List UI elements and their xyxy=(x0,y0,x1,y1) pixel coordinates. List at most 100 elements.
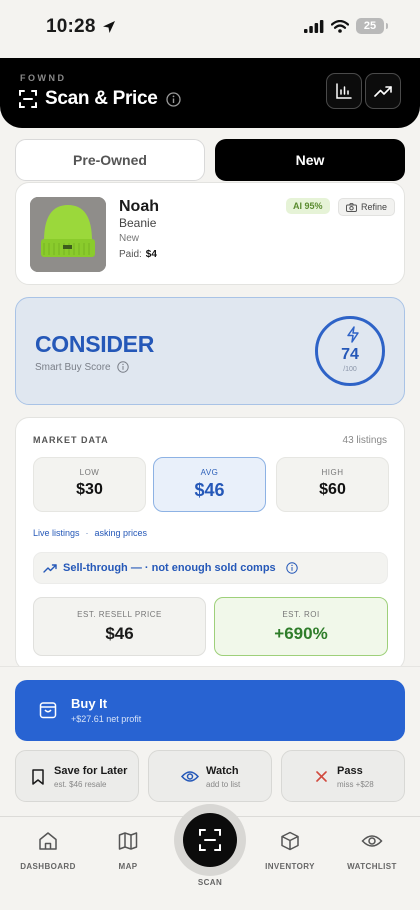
buy-it-button[interactable]: Buy It +$27.61 net profit xyxy=(15,680,405,741)
nav-inventory-label: INVENTORY xyxy=(265,862,315,871)
info-icon[interactable] xyxy=(116,361,129,373)
watch-subtitle: add to list xyxy=(206,780,241,789)
live-separator: · xyxy=(85,528,89,538)
bookmark-icon xyxy=(32,769,44,785)
box-icon xyxy=(281,831,299,851)
est-resell-box: EST. RESELL PRICE $46 xyxy=(33,597,206,656)
live-listings-link[interactable]: Live listings xyxy=(33,528,80,538)
est-resell-value: $46 xyxy=(105,624,134,643)
shopping-bag-icon xyxy=(39,702,57,719)
stats-button[interactable] xyxy=(326,73,362,109)
nav-map-label: MAP xyxy=(118,862,138,871)
buy-title: Buy It xyxy=(71,696,108,711)
verdict-subtitle: Smart Buy Score xyxy=(35,361,111,373)
save-title: Save for Later xyxy=(54,765,128,777)
title-row: Scan & Price xyxy=(19,88,181,110)
status-time-group: 10:28 xyxy=(46,16,116,38)
app-header: FOWND Scan & Price xyxy=(0,58,420,128)
lightning-icon xyxy=(347,326,359,343)
verdict-subtitle-row: Smart Buy Score xyxy=(35,361,129,373)
nav-watchlist-label: WATCHLIST xyxy=(347,862,397,871)
verdict-card: CONSIDER Smart Buy Score 74 /100 xyxy=(15,297,405,405)
nav-dashboard[interactable]: DASHBOARD xyxy=(6,831,90,871)
live-note: asking prices xyxy=(94,528,148,538)
refine-label: Refine xyxy=(361,202,388,212)
home-icon xyxy=(39,832,57,850)
pass-title: Pass xyxy=(337,765,363,777)
save-subtitle: est. $46 resale xyxy=(54,780,107,789)
map-icon xyxy=(118,832,138,850)
nav-inventory[interactable]: INVENTORY xyxy=(248,831,332,871)
score-denominator: /100 xyxy=(343,366,357,373)
pass-button[interactable]: Pass miss +$28 xyxy=(281,750,405,802)
location-arrow-icon xyxy=(102,21,115,33)
stat-low: LOW $30 xyxy=(33,457,146,512)
nav-map[interactable]: MAP xyxy=(86,831,170,871)
stat-high-label: HIGH xyxy=(321,468,344,477)
scan-frame-icon xyxy=(199,829,221,851)
eye-icon xyxy=(181,771,199,782)
brand-label: FOWND xyxy=(20,73,67,83)
sell-through-text: Sell-through — · not enough sold comps xyxy=(63,562,276,574)
battery-level: 25 xyxy=(363,20,377,32)
scan-frame-icon xyxy=(19,90,37,108)
stat-avg: AVG $46 xyxy=(153,457,266,512)
market-title: MARKET DATA xyxy=(33,435,109,445)
est-resell-label: EST. RESELL PRICE xyxy=(77,610,162,619)
nav-scan-label: SCAN xyxy=(197,878,223,887)
pass-subtitle: miss +$28 xyxy=(337,780,374,789)
item-card: Noah Beanie New Paid: $4 AI 95% Refine xyxy=(15,182,405,285)
page-title: Scan & Price xyxy=(45,88,158,109)
ai-confidence-badge: AI 95% xyxy=(286,198,330,214)
stat-avg-label: AVG xyxy=(200,468,219,477)
item-name: Noah xyxy=(119,198,159,215)
nav-watchlist[interactable]: WATCHLIST xyxy=(330,831,414,871)
trending-up-icon xyxy=(43,564,57,573)
item-paid: Paid: $4 xyxy=(119,249,157,260)
stat-avg-value: $46 xyxy=(194,480,225,500)
close-icon xyxy=(316,771,327,782)
info-icon[interactable] xyxy=(165,91,181,107)
est-roi-value: +690% xyxy=(274,624,328,643)
item-condition: New xyxy=(119,233,140,244)
item-photo xyxy=(30,197,106,272)
stat-low-value: $30 xyxy=(76,481,103,498)
eye-icon xyxy=(361,835,383,847)
status-bar: 10:28 25 xyxy=(0,0,420,58)
market-data-card: MARKET DATA 43 listings LOW $30 AVG $46 … xyxy=(15,417,405,671)
stat-high-value: $60 xyxy=(319,481,346,498)
save-for-later-button[interactable]: Save for Later est. $46 resale xyxy=(15,750,139,802)
item-type: Beanie xyxy=(119,216,157,230)
watch-title: Watch xyxy=(206,765,239,777)
nav-dashboard-label: DASHBOARD xyxy=(20,862,76,871)
scan-button[interactable] xyxy=(174,804,246,876)
tab-pre-owned[interactable]: Pre-Owned xyxy=(15,139,205,181)
camera-icon xyxy=(346,202,357,212)
bar-chart-icon xyxy=(336,83,352,99)
wifi-icon xyxy=(331,19,349,33)
score-value: 74 xyxy=(341,346,359,363)
listing-count: 43 listings xyxy=(342,435,387,446)
score-ring: 74 /100 xyxy=(315,316,385,386)
scan-button-inner xyxy=(183,813,237,867)
info-icon[interactable] xyxy=(285,562,298,574)
beanie-image xyxy=(30,197,106,272)
trending-up-icon xyxy=(374,86,392,97)
stat-low-label: LOW xyxy=(79,468,100,477)
status-indicators: 25 xyxy=(304,18,388,34)
refine-button[interactable]: Refine xyxy=(338,198,396,216)
tab-new[interactable]: New xyxy=(215,139,405,181)
buy-subtitle: +$27.61 net profit xyxy=(71,714,142,724)
stat-high: HIGH $60 xyxy=(276,457,389,512)
sell-through-row: Sell-through — · not enough sold comps xyxy=(33,552,388,584)
est-roi-box: EST. ROI +690% xyxy=(214,597,388,656)
est-roi-label: EST. ROI xyxy=(282,610,320,619)
paid-label: Paid: xyxy=(119,249,142,260)
live-listings-row: Live listings · asking prices xyxy=(33,528,147,538)
paid-value: $4 xyxy=(145,249,157,260)
verdict-title: CONSIDER xyxy=(35,331,155,357)
status-time: 10:28 xyxy=(46,16,96,37)
watch-button[interactable]: Watch add to list xyxy=(148,750,272,802)
trends-button[interactable] xyxy=(365,73,401,109)
signal-icon xyxy=(304,19,324,33)
